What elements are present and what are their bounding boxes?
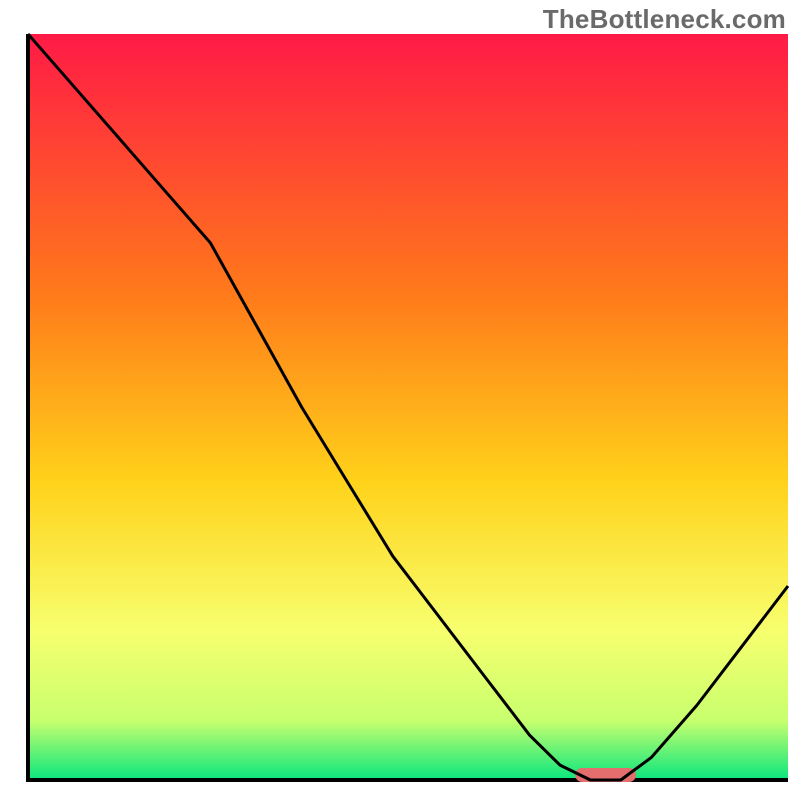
plot-area [28,34,788,782]
chart-stage: TheBottleneck.com [0,0,800,800]
gradient-background [28,34,788,780]
watermark-text: TheBottleneck.com [543,4,786,35]
chart-svg [0,0,800,800]
